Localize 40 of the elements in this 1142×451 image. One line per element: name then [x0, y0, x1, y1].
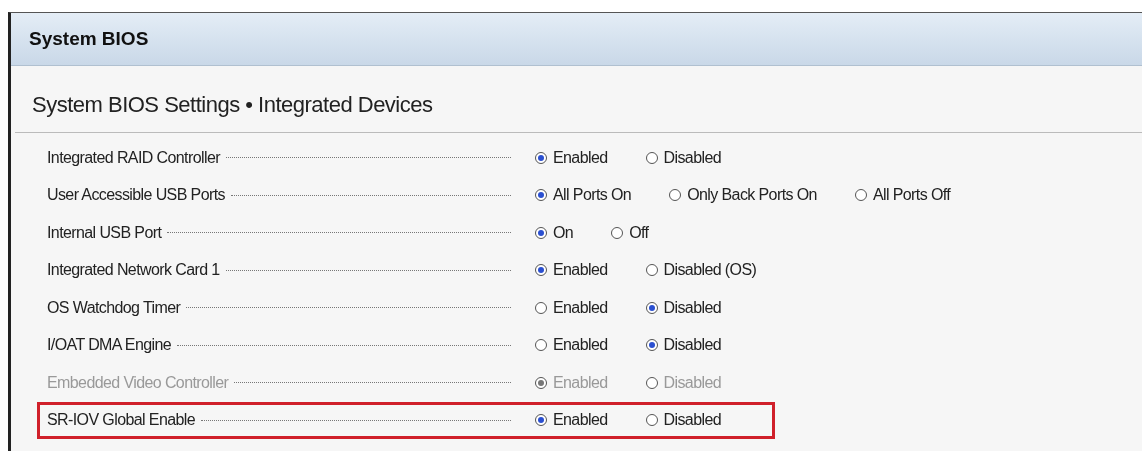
setting-label: Embedded Video Controller [47, 373, 229, 392]
radio-icon[interactable] [535, 226, 547, 239]
radio-icon[interactable] [535, 264, 547, 277]
radio-option[interactable]: Enabled [535, 298, 608, 317]
radio-option[interactable]: Enabled [535, 411, 608, 430]
section-title: System BIOS Settings • Integrated Devices [15, 66, 1142, 133]
setting-label: SR-IOV Global Enable [47, 411, 196, 430]
radio-option[interactable]: Off [611, 223, 649, 242]
radio-option[interactable]: Disabled [645, 298, 721, 317]
setting-label: OS Watchdog Timer [47, 298, 181, 317]
radio-option[interactable]: Disabled [645, 411, 721, 430]
radio-icon[interactable] [535, 151, 547, 164]
setting-label: Integrated RAID Controller [47, 148, 220, 167]
setting-label: User Accessible USB Ports [47, 186, 225, 205]
setting-label: Internal USB Port [47, 223, 162, 242]
window-title: System BIOS [11, 13, 1142, 66]
radio-icon[interactable] [645, 414, 658, 427]
radio-option[interactable]: Only Back Ports On [669, 186, 817, 205]
radio-icon[interactable] [645, 339, 658, 352]
radio-option[interactable]: Disabled [645, 148, 721, 167]
setting-label: I/OAT DMA Engine [47, 336, 172, 355]
radio-icon[interactable] [669, 189, 682, 202]
radio-icon[interactable] [645, 264, 658, 277]
setting-label: Integrated Network Card 1 [47, 261, 220, 280]
radio-icon[interactable] [611, 226, 624, 239]
radio-option[interactable]: All Ports Off [854, 186, 951, 205]
radio-option[interactable]: All Ports On [535, 186, 632, 205]
radio-icon[interactable] [535, 339, 547, 352]
radio-option[interactable]: Enabled [535, 336, 608, 355]
radio-icon[interactable] [645, 151, 658, 164]
radio-icon[interactable] [854, 189, 867, 202]
radio-icon[interactable] [535, 414, 547, 427]
radio-option[interactable]: Enabled [535, 148, 608, 167]
radio-icon[interactable] [535, 301, 547, 314]
radio-icon[interactable] [645, 301, 658, 314]
radio-option[interactable]: Disabled [645, 336, 721, 355]
radio-option[interactable]: Disabled (OS) [645, 261, 757, 280]
radio-icon[interactable] [535, 189, 547, 202]
radio-option[interactable]: On [535, 223, 574, 242]
radio-option[interactable]: Enabled [535, 261, 608, 280]
